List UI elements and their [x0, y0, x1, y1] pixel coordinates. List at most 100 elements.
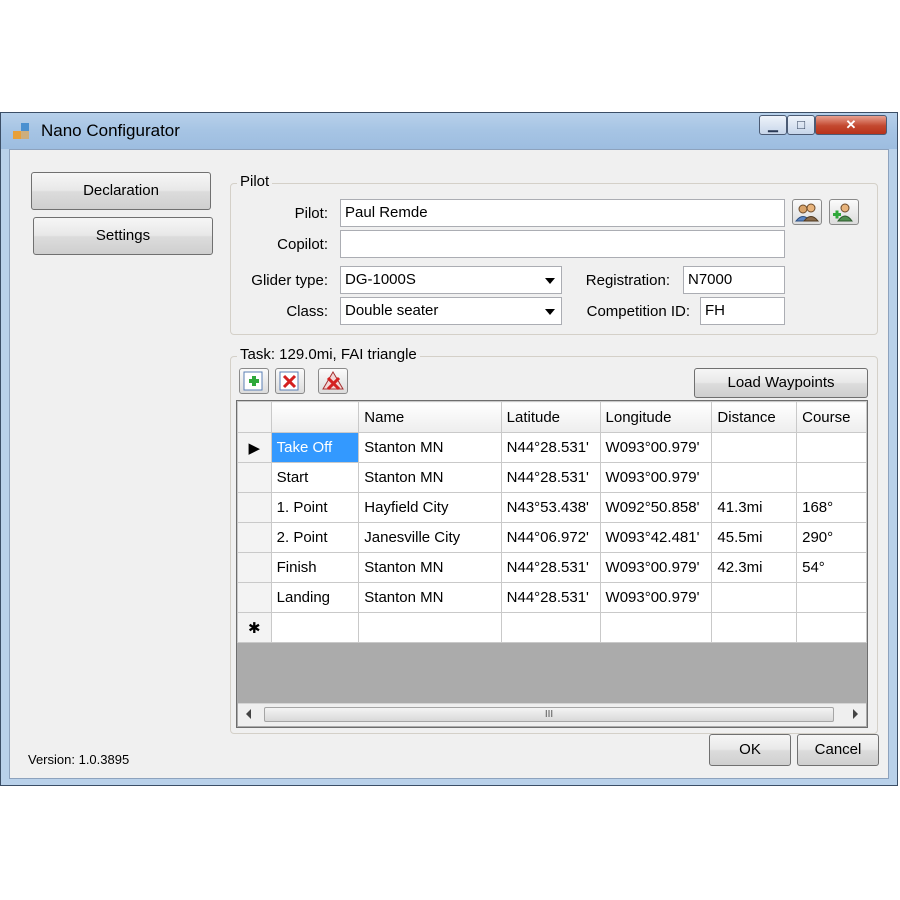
table-cell[interactable]	[796, 432, 867, 463]
table-cell[interactable]: 42.3mi	[711, 552, 798, 583]
table-cell[interactable]: W092°50.858'	[599, 492, 713, 523]
column-header-latitude[interactable]: Latitude	[500, 401, 601, 433]
table-cell[interactable]: Landing	[270, 582, 360, 613]
task-group-legend: Task: 129.0mi, FAI triangle	[237, 346, 420, 363]
table-row[interactable]: Start Stanton MN N44°28.531' W093°00.979…	[237, 462, 867, 493]
table-cell[interactable]: Stanton MN	[358, 462, 502, 493]
app-icon	[13, 123, 31, 141]
registration-field[interactable]: N7000	[683, 266, 785, 294]
clear-task-button[interactable]	[318, 368, 348, 394]
table-cell[interactable]: Finish	[270, 552, 360, 583]
table-cell[interactable]	[796, 462, 867, 493]
title-bar[interactable]: Nano Configurator ▁ □ ✕	[1, 113, 897, 149]
pilot-field[interactable]: Paul Remde	[340, 199, 785, 227]
table-cell[interactable]	[711, 582, 798, 613]
scrollbar-thumb[interactable]: III	[264, 707, 834, 722]
glider-type-value: DG-1000S	[345, 271, 416, 288]
waypoint-table: Name Latitude Longitude Distance Course …	[237, 401, 867, 643]
version-label: Version: 1.0.3895	[28, 752, 130, 767]
close-button[interactable]: ✕	[815, 115, 887, 135]
new-row[interactable]: ✱	[237, 612, 867, 643]
minimize-button[interactable]: ▁	[759, 115, 787, 135]
table-row[interactable]: Landing Stanton MN N44°28.531' W093°00.9…	[237, 582, 867, 613]
cancel-button[interactable]: Cancel	[797, 734, 879, 766]
table-row[interactable]: 2. Point Janesville City N44°06.972' W09…	[237, 522, 867, 553]
table-cell[interactable]: Stanton MN	[358, 552, 502, 583]
current-row-icon[interactable]: ▶	[237, 432, 272, 463]
table-row[interactable]: 1. Point Hayfield City N43°53.438' W092°…	[237, 492, 867, 523]
glider-type-select[interactable]: DG-1000S	[340, 266, 562, 294]
table-cell[interactable]: Hayfield City	[358, 492, 502, 523]
column-header-longitude[interactable]: Longitude	[599, 401, 713, 433]
table-cell[interactable]: N44°28.531'	[500, 462, 601, 493]
competition-id-field[interactable]: FH	[700, 297, 785, 325]
table-cell[interactable]	[500, 612, 601, 643]
table-cell[interactable]: Stanton MN	[358, 432, 502, 463]
new-row-icon[interactable]: ✱	[237, 612, 272, 643]
table-cell[interactable]: W093°42.481'	[599, 522, 713, 553]
waypoint-grid[interactable]: Name Latitude Longitude Distance Course …	[236, 400, 868, 728]
grid-header-row: Name Latitude Longitude Distance Course	[237, 401, 867, 433]
table-cell[interactable]: Take Off	[270, 432, 360, 463]
row-header[interactable]	[237, 582, 272, 613]
table-cell[interactable]: 45.5mi	[711, 522, 798, 553]
pilot-select-button[interactable]	[792, 199, 822, 225]
scroll-left-icon[interactable]	[246, 709, 251, 719]
clear-task-icon	[322, 371, 344, 391]
table-cell[interactable]: 290°	[796, 522, 867, 553]
column-header-course[interactable]: Course	[796, 401, 867, 433]
table-cell[interactable]: W093°00.979'	[599, 432, 713, 463]
table-cell[interactable]	[711, 462, 798, 493]
table-cell[interactable]	[358, 612, 502, 643]
table-cell[interactable]: W093°00.979'	[599, 582, 713, 613]
table-cell[interactable]	[796, 612, 867, 643]
table-cell[interactable]: W093°00.979'	[599, 462, 713, 493]
pilot-group-legend: Pilot	[237, 173, 273, 190]
table-cell[interactable]: 168°	[796, 492, 867, 523]
table-cell[interactable]	[599, 612, 713, 643]
row-header[interactable]	[237, 552, 272, 583]
pilot-add-button[interactable]	[829, 199, 859, 225]
add-waypoint-button[interactable]	[239, 368, 269, 394]
table-cell[interactable]: N43°53.438'	[500, 492, 601, 523]
table-cell[interactable]	[711, 612, 798, 643]
column-header-distance[interactable]: Distance	[711, 401, 798, 433]
table-cell[interactable]: N44°28.531'	[500, 552, 601, 583]
chevron-down-icon	[545, 309, 555, 315]
table-cell[interactable]: N44°28.531'	[500, 582, 601, 613]
table-cell[interactable]: Start	[270, 462, 360, 493]
table-cell[interactable]: 2. Point	[270, 522, 360, 553]
pilot-select-icon	[794, 203, 820, 222]
table-row[interactable]: ▶ Take Off Stanton MN N44°28.531' W093°0…	[237, 432, 867, 463]
column-header-name[interactable]: Name	[358, 401, 502, 433]
row-header[interactable]	[237, 492, 272, 523]
table-cell[interactable]: N44°28.531'	[500, 432, 601, 463]
minimize-icon: ▁	[768, 117, 778, 132]
settings-button[interactable]: Settings	[33, 217, 213, 255]
table-cell[interactable]: Stanton MN	[358, 582, 502, 613]
competition-id-label: Competition ID:	[586, 303, 690, 320]
column-header-type[interactable]	[270, 401, 360, 433]
horizontal-scrollbar[interactable]: III	[238, 703, 866, 726]
copilot-field[interactable]	[340, 230, 785, 258]
table-cell[interactable]: N44°06.972'	[500, 522, 601, 553]
table-cell[interactable]: 41.3mi	[711, 492, 798, 523]
ok-button[interactable]: OK	[709, 734, 791, 766]
declaration-button[interactable]: Declaration	[31, 172, 211, 210]
table-cell[interactable]: 54°	[796, 552, 867, 583]
window-title: Nano Configurator	[41, 121, 180, 140]
row-header[interactable]	[237, 462, 272, 493]
row-header[interactable]	[237, 522, 272, 553]
table-cell[interactable]: Janesville City	[358, 522, 502, 553]
class-select[interactable]: Double seater	[340, 297, 562, 325]
table-row[interactable]: Finish Stanton MN N44°28.531' W093°00.97…	[237, 552, 867, 583]
table-cell[interactable]	[270, 612, 360, 643]
maximize-button[interactable]: □	[787, 115, 815, 135]
load-waypoints-button[interactable]: Load Waypoints	[694, 368, 868, 398]
table-cell[interactable]	[711, 432, 798, 463]
table-cell[interactable]: 1. Point	[270, 492, 360, 523]
scroll-right-icon[interactable]	[853, 709, 858, 719]
table-cell[interactable]: W093°00.979'	[599, 552, 713, 583]
table-cell[interactable]	[796, 582, 867, 613]
delete-waypoint-button[interactable]	[275, 368, 305, 394]
